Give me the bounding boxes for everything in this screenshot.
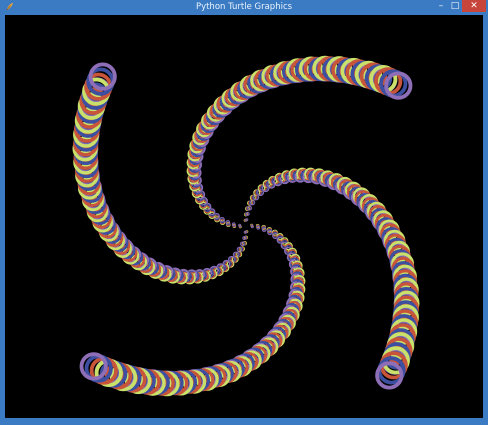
window-title: Python Turtle Graphics bbox=[195, 2, 293, 12]
close-button[interactable]: ✕ bbox=[462, 0, 486, 12]
turtle-window: Python Turtle Graphics – □ ✕ bbox=[0, 0, 488, 425]
window-border-bottom bbox=[0, 418, 488, 425]
maximize-button[interactable]: □ bbox=[448, 0, 462, 12]
title-bar[interactable]: Python Turtle Graphics – □ ✕ bbox=[0, 0, 488, 14]
spiral-drawing bbox=[72, 55, 420, 397]
turtle-canvas[interactable] bbox=[5, 15, 483, 418]
minimize-button[interactable]: – bbox=[434, 0, 448, 12]
